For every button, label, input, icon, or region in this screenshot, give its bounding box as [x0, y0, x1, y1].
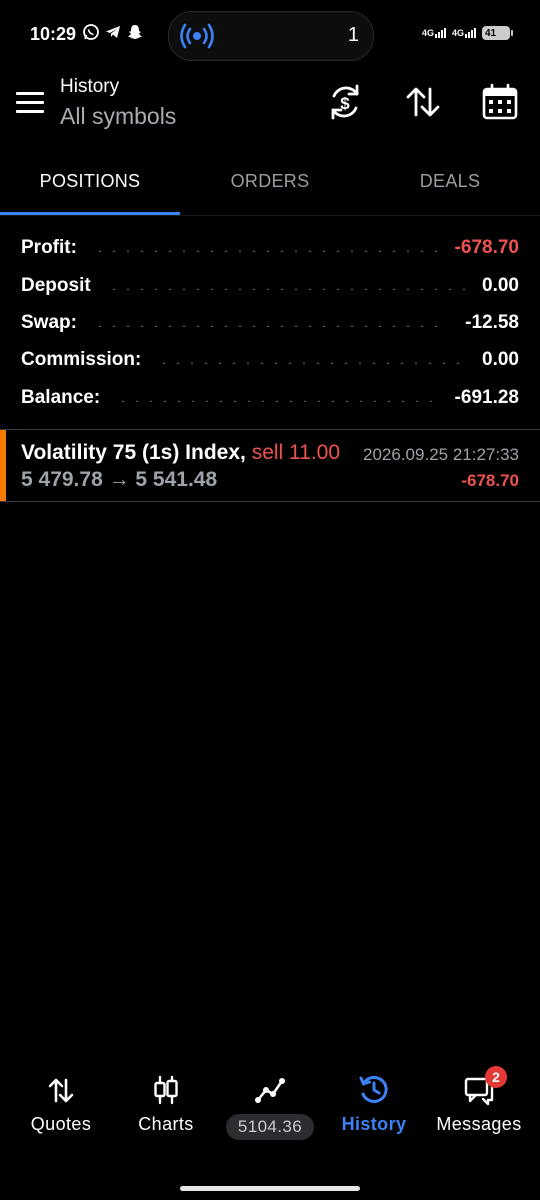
home-indicator[interactable] [180, 1186, 360, 1191]
summary-label: Swap: [21, 312, 77, 333]
nav-quotes[interactable]: Quotes [7, 1074, 115, 1135]
nav-messages[interactable]: 2 Messages [425, 1066, 533, 1135]
nav-label: Messages [436, 1114, 522, 1134]
signal-2-icon: 4G [452, 28, 476, 38]
position-profit: -678.70 [461, 471, 519, 490]
snapchat-icon [128, 25, 142, 39]
tab-orders[interactable]: ORDERS [180, 171, 360, 192]
status-notification-icons [82, 23, 144, 41]
broadcast-icon [180, 23, 214, 49]
position-side: sell 11.00 [251, 441, 341, 464]
network-type-1: 4G [421, 28, 434, 38]
status-system-icons: 4G 4G 41 [422, 26, 513, 40]
history-icon [359, 1075, 388, 1103]
summary-value: 0.00 [482, 349, 519, 370]
live-activity-pill[interactable]: 1 [168, 11, 374, 61]
candlestick-icon [154, 1075, 178, 1105]
summary-value: -12.58 [465, 312, 519, 333]
summary-label: Profit: [21, 237, 77, 258]
signal-1-icon: 4G [422, 28, 446, 38]
dot-leader [92, 325, 450, 327]
summary-value: 0.00 [482, 275, 519, 296]
summary-row-swap: Swap: -12.58 [21, 308, 519, 338]
sort-arrows-icon [406, 87, 440, 117]
page-title: History [60, 76, 120, 97]
tab-divider [0, 215, 540, 216]
calendar-button[interactable] [480, 82, 520, 122]
summary-value: -678.70 [454, 237, 519, 258]
nav-charts[interactable]: Charts [112, 1074, 220, 1135]
dot-leader [116, 400, 439, 402]
symbol-filter[interactable]: All symbols [60, 103, 176, 130]
position-prices: 5 479.78 → 5 541.48 [21, 468, 218, 491]
nav-label: Quotes [30, 1114, 92, 1134]
summary-value: -691.28 [454, 387, 519, 408]
nav-history[interactable]: History [320, 1074, 428, 1135]
telegram-icon [106, 26, 120, 38]
divider [0, 501, 540, 502]
dot-leader [92, 250, 439, 252]
summary-label: Balance: [21, 387, 101, 408]
summary-row-commission: Commission: 0.00 [21, 345, 519, 375]
trade-price-badge: 5104.36 [225, 1114, 315, 1140]
position-symbol-name: Volatility 75 (1s) Index, [21, 441, 246, 464]
summary-label: Commission: [21, 349, 142, 370]
whatsapp-icon [83, 24, 99, 40]
battery-level: 41 [485, 27, 497, 39]
summary-row-deposit: Deposit 0.00 [21, 271, 519, 301]
summary-label: Deposit [21, 275, 91, 296]
position-time: 2026.09.25 21:27:33 [363, 445, 519, 464]
live-activity-count: 1 [347, 24, 359, 46]
quotes-icon [48, 1078, 74, 1103]
battery-icon: 41 [482, 26, 513, 40]
nav-trade[interactable]: 5104.36 [216, 1074, 324, 1140]
tab-positions[interactable]: POSITIONS [0, 171, 180, 192]
svg-text:$: $ [340, 94, 350, 113]
dot-leader [106, 288, 467, 290]
status-time: 10:29 [30, 24, 77, 44]
menu-button[interactable] [16, 92, 44, 114]
position-marker [0, 430, 6, 501]
summary-row-profit: Profit: -678.70 [21, 233, 519, 263]
position-symbol: Volatility 75 (1s) Index, sell 11.00 [21, 441, 340, 465]
messages-badge: 2 [485, 1066, 507, 1088]
sort-button[interactable] [403, 82, 443, 122]
summary-row-balance: Balance: -691.28 [21, 383, 519, 413]
trade-line-icon [255, 1078, 285, 1103]
dot-leader [157, 362, 467, 364]
calendar-icon [482, 83, 518, 120]
currency-exchange-icon: $ [331, 84, 359, 120]
tab-active-indicator [0, 212, 180, 215]
nav-label: Charts [138, 1114, 194, 1134]
messages-icon-wrap: 2 [463, 1066, 507, 1106]
network-type-2: 4G [451, 28, 464, 38]
currency-exchange-button[interactable]: $ [325, 82, 365, 122]
nav-label: History [341, 1114, 407, 1134]
tab-deals[interactable]: DEALS [360, 171, 540, 192]
